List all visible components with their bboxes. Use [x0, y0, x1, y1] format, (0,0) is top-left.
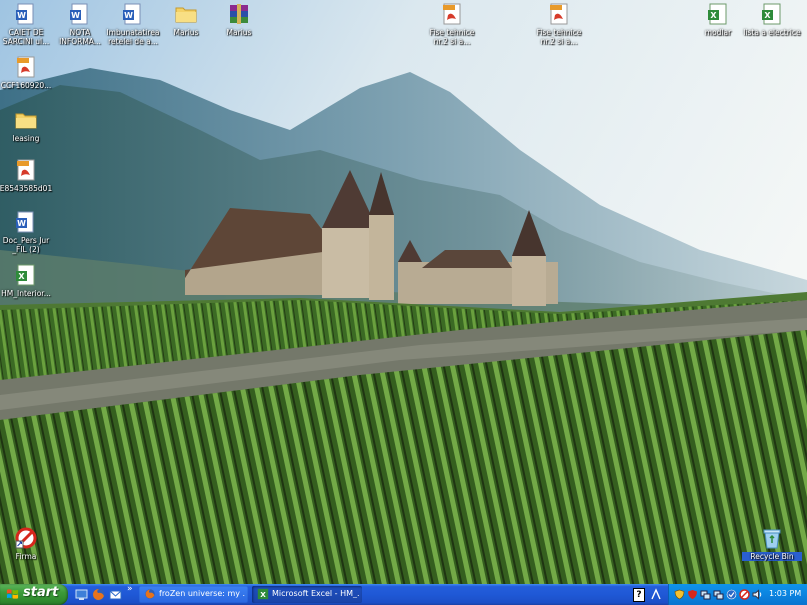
taskbar-button-label: froZen universe: my ... [159, 589, 245, 598]
desktop-icon-label: Recycle Bin [742, 552, 802, 561]
desktop-icon-folder-leasing[interactable]: leasing [0, 108, 56, 143]
winrar-archive-icon [230, 4, 248, 24]
wallpaper-vineyard-castle [0, 0, 807, 584]
taskbar-button-label: Microsoft Excel - HM_... [272, 589, 360, 598]
firma-shortcut-icon [15, 527, 37, 549]
svg-text:X: X [710, 11, 717, 20]
svg-text:W: W [17, 11, 26, 20]
desktop-icon-label: leasing [12, 134, 40, 143]
folder-icon [175, 7, 197, 23]
desktop-icon-label: Imbunatatirea retelei de a... [106, 28, 160, 46]
start-label: start [23, 585, 59, 600]
word-document-icon: W [70, 3, 88, 25]
firefox-icon[interactable] [91, 587, 106, 602]
language-icon[interactable] [650, 588, 662, 601]
desktop-icon-label: modlar [704, 28, 732, 37]
show-desktop-icon[interactable] [74, 587, 89, 602]
network-icon[interactable] [700, 589, 711, 600]
excel-document-icon: X [762, 3, 781, 25]
firefox-icon [145, 589, 155, 599]
desktop-icon-doc1[interactable]: W CAIET DE SARCINI ul... [0, 2, 56, 46]
desktop-icon-label: HM_Interior... [1, 289, 51, 298]
desktop-icon-doc4[interactable]: W Doc_Pers Jur _FIL (2) [0, 210, 56, 254]
excel-document-icon: X [708, 3, 727, 25]
desktop-icon-label: CAIET DE SARCINI ul... [2, 28, 50, 46]
antivirus-icon[interactable] [687, 589, 698, 600]
windows-logo-icon [6, 589, 19, 599]
network-activity-icon[interactable] [713, 589, 724, 600]
desktop-icon-pdf1[interactable]: Fise tehnice nr.2 si a... [422, 2, 482, 46]
desktop-icon-xls2[interactable]: X lista a electrice [742, 2, 802, 37]
folder-icon [15, 113, 37, 129]
desktop-icon-label: Marius [226, 28, 252, 37]
svg-text:W: W [124, 11, 133, 20]
desktop-icon-label: Fise tehnice nr.2 si a... [429, 28, 475, 46]
outlook-icon[interactable] [108, 587, 123, 602]
desktop-icon-doc3[interactable]: W Imbunatatirea retelei de a... [103, 2, 163, 46]
desktop-icon-label: E8543585d01 [0, 184, 53, 193]
blocked-icon[interactable] [739, 589, 750, 600]
desktop-icon-recycle-bin[interactable]: Recycle Bin [742, 526, 802, 561]
word-document-icon: W [16, 211, 34, 233]
svg-text:W: W [71, 11, 80, 20]
desktop-icon-xls3[interactable]: X HM_Interior... [0, 263, 56, 298]
svg-text:X: X [260, 590, 266, 599]
desktop-icon-pdf2[interactable]: Fise tehnice nr.2 si a... [529, 2, 589, 46]
taskbar-button-firefox[interactable]: froZen universe: my ... [139, 586, 248, 603]
svg-text:X: X [764, 11, 771, 20]
quick-launch-more-button[interactable]: » [127, 584, 133, 594]
start-button[interactable]: start [0, 584, 68, 605]
taskbar: start » froZen universe: my ... X Micros… [0, 584, 807, 605]
excel-document-icon: X [16, 264, 35, 286]
desktop-icon-rar-marius[interactable]: Marius [209, 2, 269, 37]
desktop-icon-label: Doc_Pers Jur _FIL (2) [2, 236, 50, 254]
help-icon[interactable]: ? [633, 588, 645, 602]
word-document-icon: W [16, 3, 34, 25]
desktop-icon-label: CCF160920... [0, 81, 52, 90]
desktop-icon-label: lista a electrice [743, 28, 801, 37]
volume-icon[interactable] [752, 589, 763, 600]
desktop-icon-xls1[interactable]: X modlar [688, 2, 748, 37]
desktop-icon-label: Marius [173, 28, 199, 37]
pdf-document-icon [550, 3, 568, 25]
desktop-icon-pdf3[interactable]: CCF160920... [0, 55, 56, 90]
desktop-icon-folder-marius[interactable]: Marius [156, 2, 216, 37]
desktop[interactable]: W CAIET DE SARCINI ul... W NOTA INFORMA.… [0, 0, 807, 584]
system-tray: 1:03 PM [668, 584, 807, 605]
pdf-document-icon [17, 56, 35, 78]
pdf-document-icon [443, 3, 461, 25]
security-shield-icon[interactable] [674, 589, 685, 600]
svg-text:W: W [17, 219, 26, 228]
desktop-icon-label: NOTA INFORMA... [59, 28, 101, 46]
clock[interactable]: 1:03 PM [769, 589, 801, 598]
desktop-icon-doc2[interactable]: W NOTA INFORMA... [50, 2, 110, 46]
recycle-bin-icon [763, 529, 781, 549]
desktop-icon-pdf4[interactable]: E8543585d01 [0, 158, 56, 193]
desktop-icon-label: Firma [15, 552, 37, 561]
taskbar-button-excel[interactable]: X Microsoft Excel - HM_... [252, 586, 362, 603]
excel-icon: X [257, 588, 269, 600]
desktop-icon-label: Fise tehnice nr.2 si a... [536, 28, 582, 46]
svg-text:X: X [18, 272, 25, 281]
word-document-icon: W [123, 3, 141, 25]
desktop-icon-firma[interactable]: Firma [0, 526, 56, 561]
pdf-document-icon [17, 159, 35, 181]
update-icon[interactable] [726, 589, 737, 600]
